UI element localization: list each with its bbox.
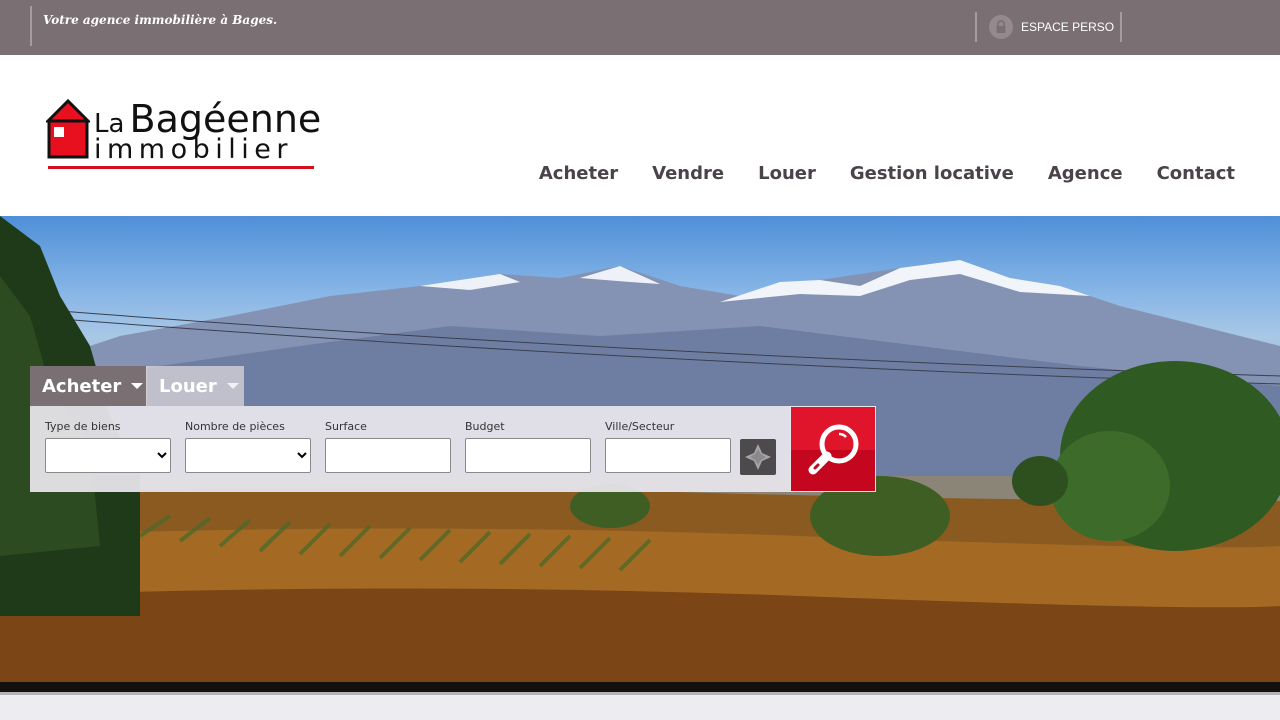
type-biens-select[interactable] <box>45 438 171 473</box>
surface-input[interactable] <box>325 438 451 473</box>
budget-input[interactable] <box>465 438 591 473</box>
site-header: La Bagéenne immobilier Acheter Vendre Lo… <box>0 55 1280 216</box>
nombre-pieces-select[interactable] <box>185 438 311 473</box>
top-bar: Votre agence immobilière à Bages. ESPACE… <box>0 0 1280 55</box>
nav-acheter[interactable]: Acheter <box>539 163 618 184</box>
nav-vendre[interactable]: Vendre <box>652 163 724 184</box>
espace-perso-button[interactable]: ESPACE PERSO <box>975 12 1122 42</box>
logo-word-immobilier: immobilier <box>94 134 293 165</box>
lock-icon <box>989 15 1013 39</box>
search-panel: Type de biens Nombre de pièces Surface B… <box>30 406 790 492</box>
caret-down-icon <box>226 383 239 389</box>
field-nombre-pieces: Nombre de pièces <box>185 420 311 473</box>
type-biens-label: Type de biens <box>45 420 121 433</box>
geolocate-button[interactable] <box>740 439 776 475</box>
tab-acheter-label: Acheter <box>42 375 122 397</box>
ville-secteur-input[interactable] <box>605 438 731 473</box>
tab-louer[interactable]: Louer <box>147 366 244 406</box>
main-nav: Acheter Vendre Louer Gestion locative Ag… <box>539 163 1235 184</box>
agency-tagline: Votre agence immobilière à Bages. <box>30 6 277 46</box>
logo-underline <box>48 166 314 169</box>
hero-bottom-line <box>0 692 1280 695</box>
nombre-pieces-label: Nombre de pièces <box>185 420 285 433</box>
nav-agence[interactable]: Agence <box>1048 163 1123 184</box>
magnifier-icon <box>808 424 859 475</box>
hero-bottom-bar <box>0 682 1280 692</box>
nav-louer[interactable]: Louer <box>758 163 816 184</box>
nav-gestion-locative[interactable]: Gestion locative <box>850 163 1014 184</box>
compass-icon <box>745 444 771 470</box>
search-tabs: Acheter Louer <box>30 366 244 406</box>
search-submit-button[interactable] <box>790 406 876 492</box>
field-ville-secteur: Ville/Secteur <box>605 420 731 473</box>
field-type-biens: Type de biens <box>45 420 171 473</box>
nav-contact[interactable]: Contact <box>1157 163 1235 184</box>
field-surface: Surface <box>325 420 451 473</box>
tab-acheter[interactable]: Acheter <box>30 366 147 406</box>
ville-secteur-label: Ville/Secteur <box>605 420 675 433</box>
field-budget: Budget <box>465 420 591 473</box>
espace-perso-label: ESPACE PERSO <box>1021 20 1115 34</box>
surface-label: Surface <box>325 420 367 433</box>
site-logo[interactable]: La Bagéenne immobilier <box>46 97 321 171</box>
house-logo-icon <box>46 99 90 159</box>
budget-label: Budget <box>465 420 505 433</box>
tab-louer-label: Louer <box>159 375 217 397</box>
caret-down-icon <box>131 383 144 389</box>
